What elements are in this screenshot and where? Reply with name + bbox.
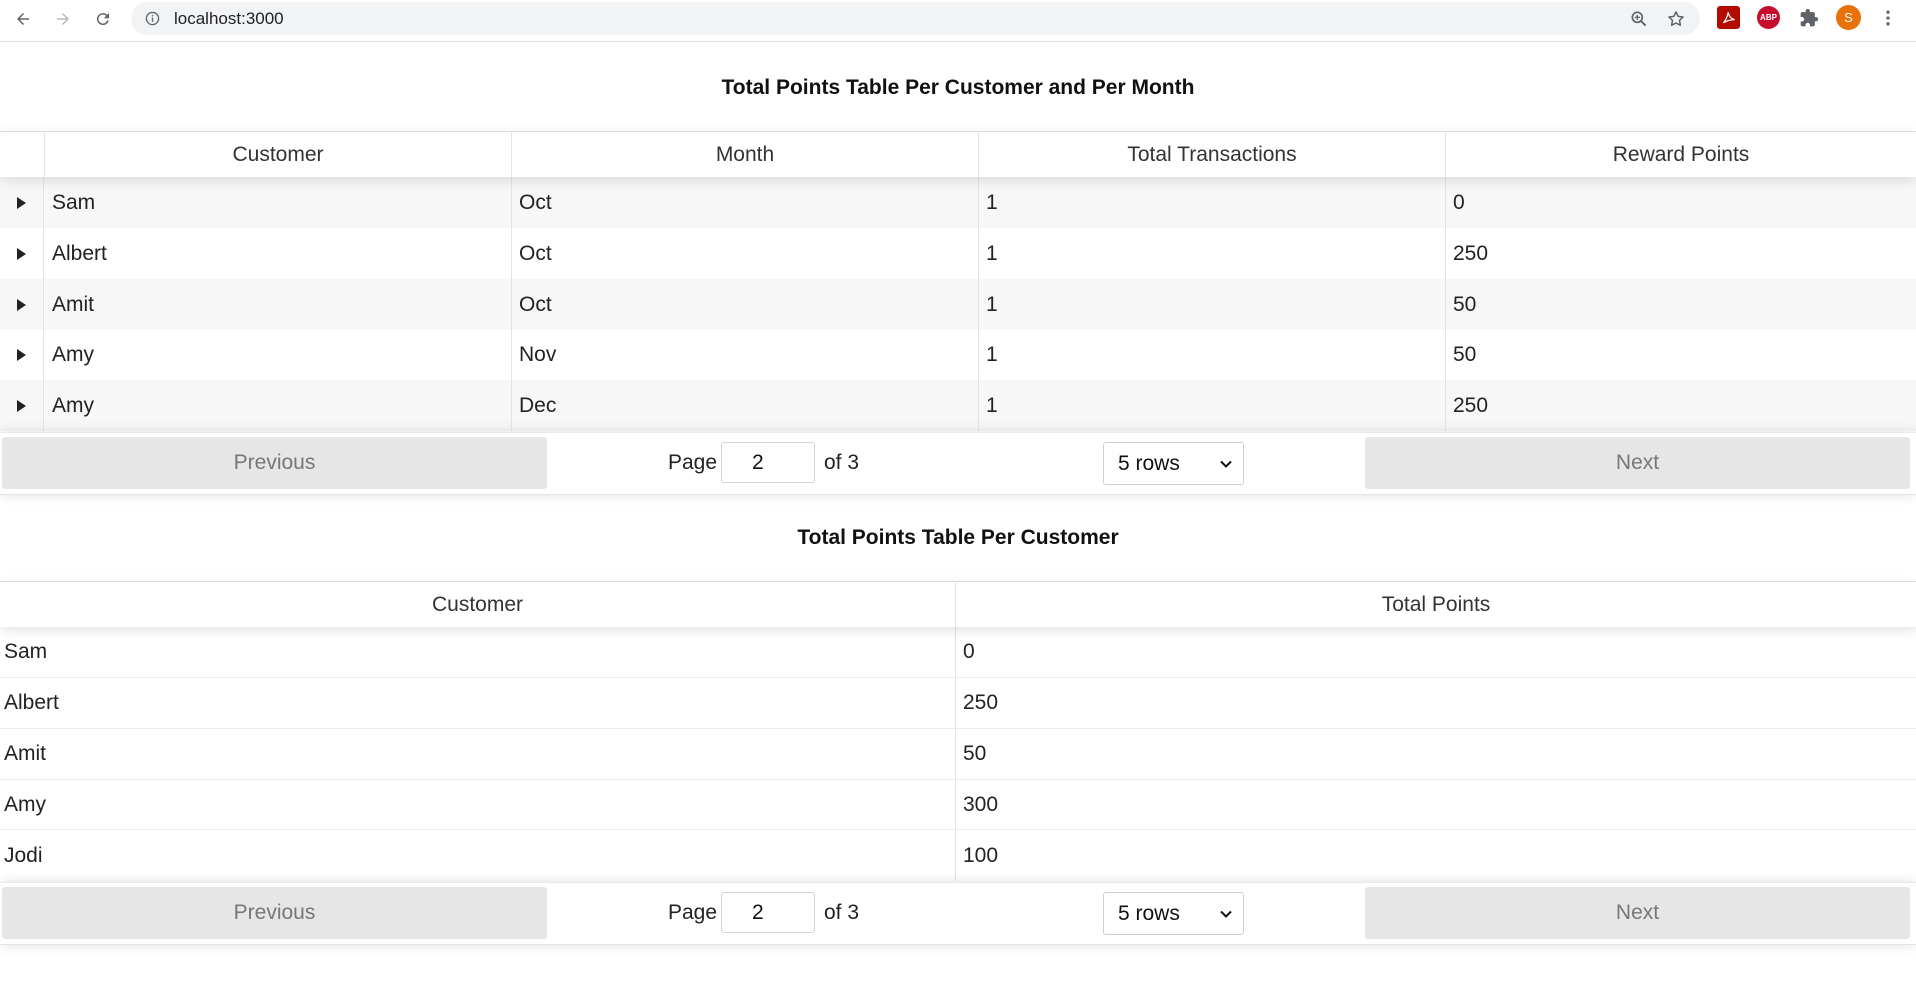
expand-row-icon[interactable] (0, 279, 44, 330)
cell-reward-points: 50 (1453, 292, 1477, 316)
rows-per-page-value: 5 rows (1118, 451, 1180, 475)
reload-icon[interactable] (89, 5, 117, 33)
cell-customer: Sam (45, 177, 512, 228)
expand-row-icon[interactable] (0, 177, 44, 228)
back-arrow-icon[interactable] (9, 5, 37, 33)
expander-header (0, 132, 45, 177)
previous-button[interactable]: Previous (2, 437, 547, 489)
table1-header: Customer Month Total Transactions Reward… (0, 132, 1916, 177)
cell-customer: Jodi (0, 830, 956, 881)
adblock-label: ABP (1760, 13, 1777, 22)
rows-per-page-value: 5 rows (1118, 901, 1180, 925)
table1-col-customer[interactable]: Customer (45, 132, 512, 177)
cell-total-points: 100 (963, 843, 999, 867)
cell-month: Oct (512, 177, 979, 228)
cell-total-points: 300 (963, 792, 999, 816)
forward-arrow-icon[interactable] (49, 5, 77, 33)
cell-transactions: 1 (979, 330, 1446, 380)
page-number-input[interactable] (721, 442, 815, 483)
previous-button[interactable]: Previous (2, 887, 547, 939)
table2-title: Total Points Table Per Customer (797, 526, 1119, 549)
extensions-puzzle-icon[interactable] (1797, 6, 1820, 29)
rows-per-page-select[interactable]: 5 rows (1103, 442, 1244, 485)
table-row[interactable]: Sam Oct 1 0 (0, 177, 1916, 228)
next-button[interactable]: Next (1365, 887, 1910, 939)
pdf-extension-icon[interactable] (1717, 6, 1740, 29)
page-count-label: of 3 (824, 901, 860, 924)
cell-transactions: 1 (979, 279, 1446, 330)
table-row[interactable]: Albert Oct 1 250 (0, 228, 1916, 279)
cell-customer: Amy (45, 380, 512, 431)
chevron-down-icon (1220, 460, 1232, 468)
page-number-input[interactable] (721, 892, 815, 933)
table2-header: Customer Total Points (0, 582, 1916, 627)
url-text[interactable]: localhost:3000 (174, 9, 284, 28)
cell-customer: Albert (45, 228, 512, 279)
cell-total-points: 250 (963, 691, 999, 714)
cell-customer: Amit (45, 279, 512, 330)
table1-pagination: Previous Page of 3 5 rows Next (0, 432, 1916, 495)
cell-month: Nov (512, 330, 979, 380)
cell-reward-points: 0 (1453, 190, 1465, 214)
cell-month: Oct (512, 228, 979, 279)
cell-reward-points: 250 (1453, 393, 1489, 417)
browser-menu-icon[interactable] (1876, 6, 1899, 29)
table1-col-reward-points[interactable]: Reward Points (1446, 132, 1916, 177)
cell-customer: Amit (0, 729, 956, 779)
profile-avatar[interactable]: S (1836, 5, 1861, 30)
cell-customer: Albert (0, 678, 956, 728)
table-row[interactable]: Amit Oct 1 50 (0, 279, 1916, 330)
address-bar[interactable]: localhost:3000 (131, 2, 1700, 35)
adblock-extension-icon[interactable]: ABP (1757, 6, 1780, 29)
table-row[interactable]: Albert 250 (0, 678, 1916, 729)
table-row[interactable]: Amit 50 (0, 729, 1916, 780)
cell-transactions: 1 (979, 177, 1446, 228)
cell-reward-points: 250 (1453, 241, 1489, 265)
expand-row-icon[interactable] (0, 380, 44, 431)
table-row[interactable]: Sam 0 (0, 627, 1916, 678)
page-count-label: of 3 (824, 451, 860, 474)
browser-toolbar: localhost:3000 ABP S (0, 0, 1916, 42)
table2-col-total-points[interactable]: Total Points (956, 582, 1916, 627)
table-row[interactable]: Jodi 100 (0, 830, 1916, 881)
cell-total-points: 0 (963, 640, 975, 663)
expand-row-icon[interactable] (0, 228, 44, 279)
cell-customer: Sam (0, 627, 956, 677)
rows-per-page-select[interactable]: 5 rows (1103, 892, 1244, 935)
cell-month: Oct (512, 279, 979, 330)
chevron-down-icon (1220, 910, 1232, 918)
avatar-letter: S (1844, 10, 1853, 25)
bookmark-star-icon[interactable] (1666, 9, 1686, 29)
cell-transactions: 1 (979, 380, 1446, 431)
next-button[interactable]: Next (1365, 437, 1910, 489)
table1-col-month[interactable]: Month (512, 132, 979, 177)
zoom-icon[interactable] (1629, 9, 1649, 29)
page-label: Page (668, 901, 718, 924)
cell-customer: Amy (45, 330, 512, 380)
table-row[interactable]: Amy Nov 1 50 (0, 330, 1916, 380)
page-label: Page (668, 451, 718, 474)
table-row[interactable]: Amy Dec 1 250 (0, 380, 1916, 431)
cell-reward-points: 50 (1453, 343, 1477, 366)
expand-row-icon[interactable] (0, 330, 44, 380)
cell-month: Dec (512, 380, 979, 431)
cell-transactions: 1 (979, 228, 1446, 279)
cell-total-points: 50 (963, 742, 987, 765)
table1: Customer Month Total Transactions Reward… (0, 131, 1916, 495)
table-row[interactable]: Amy 300 (0, 780, 1916, 830)
site-info-icon[interactable] (145, 11, 160, 26)
table1-title: Total Points Table Per Customer and Per … (721, 76, 1195, 99)
cell-customer: Amy (0, 780, 956, 829)
table1-col-total-transactions[interactable]: Total Transactions (979, 132, 1446, 177)
table2: Customer Total Points Sam 0 Albert 250 A… (0, 581, 1916, 945)
table2-pagination: Previous Page of 3 5 rows Next (0, 882, 1916, 945)
table2-col-customer[interactable]: Customer (0, 582, 956, 627)
